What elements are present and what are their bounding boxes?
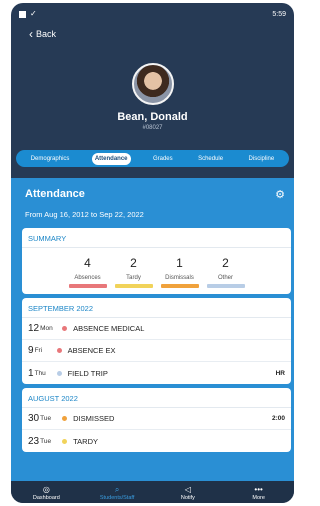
chevron-left-icon: ‹ bbox=[29, 27, 33, 41]
tab-demographics[interactable]: Demographics bbox=[28, 153, 73, 165]
summary-title: SUMMARY bbox=[22, 228, 291, 248]
attendance-row[interactable]: 30 Tue DISMISSED 2:00 bbox=[22, 408, 291, 430]
nav-label: Notify bbox=[180, 495, 195, 501]
day-number: 9 bbox=[28, 345, 34, 356]
megaphone-icon: ◁ bbox=[184, 485, 191, 494]
weekday: Tue bbox=[40, 415, 52, 422]
avatar bbox=[131, 63, 174, 105]
status-dot bbox=[56, 370, 62, 376]
tab-grades[interactable]: Grades bbox=[150, 153, 176, 165]
status-dot bbox=[62, 438, 68, 444]
attendance-code: DISMISSED bbox=[73, 414, 115, 423]
month-card-august: AUGUST 2022 30 Tue DISMISSED 2:00 23 Tue… bbox=[22, 388, 291, 452]
summary-value: 2 bbox=[222, 256, 229, 270]
summary-absences[interactable]: 4 Absences bbox=[68, 256, 107, 288]
nav-students-staff[interactable]: ⌕ Students/Staff bbox=[87, 485, 147, 501]
summary-other[interactable]: 2 Other bbox=[206, 256, 245, 288]
period-value: HR bbox=[275, 369, 285, 377]
month-title: SEPTEMBER 2022 bbox=[22, 298, 291, 318]
attendance-row[interactable]: 9 Fri ABSENCE EX bbox=[22, 340, 291, 362]
month-card-september: SEPTEMBER 2022 12 Mon ABSENCE MEDICAL 9 … bbox=[22, 298, 291, 384]
status-dot bbox=[62, 416, 68, 421]
date-range: From Aug 16, 2012 to Sep 22, 2022 bbox=[25, 210, 144, 219]
summary-label: Other bbox=[217, 275, 233, 281]
period-value: 2:00 bbox=[271, 415, 285, 422]
weekday: Thu bbox=[34, 369, 46, 377]
tab-bar: Demographics Attendance Grades Schedule … bbox=[16, 150, 289, 167]
attendance-title: Attendance bbox=[25, 188, 85, 200]
weekday: Tue bbox=[40, 437, 52, 445]
nav-dashboard[interactable]: ◎ Dashboard bbox=[16, 485, 76, 501]
attendance-code: ABSENCE MEDICAL bbox=[73, 324, 145, 333]
back-button[interactable]: ‹ Back bbox=[11, 25, 294, 43]
tardy-bar bbox=[114, 284, 153, 288]
summary-value: 1 bbox=[176, 256, 183, 270]
notification-icon bbox=[19, 10, 26, 18]
search-icon: ⌕ bbox=[114, 485, 120, 494]
summary-tardy[interactable]: 2 Tardy bbox=[114, 256, 153, 288]
gear-icon[interactable]: ⚙ bbox=[275, 188, 285, 201]
attendance-code: FIELD TRIP bbox=[67, 368, 108, 378]
bottom-nav: ◎ Dashboard ⌕ Students/Staff ◁ Notify ••… bbox=[11, 481, 294, 503]
attendance-row[interactable]: 12 Mon ABSENCE MEDICAL bbox=[22, 318, 291, 340]
tab-discipline[interactable]: Discipline bbox=[246, 153, 278, 165]
attendance-code: TARDY bbox=[73, 436, 98, 446]
nav-label: Dashboard bbox=[32, 495, 60, 501]
tab-schedule[interactable]: Schedule bbox=[195, 153, 226, 165]
status-dot bbox=[62, 326, 68, 331]
summary-card: SUMMARY 4 Absences 2 Tardy 1 Dismissals bbox=[22, 228, 291, 294]
summary-value: 4 bbox=[84, 256, 91, 270]
day-number: 12 bbox=[28, 323, 40, 334]
summary-value: 2 bbox=[130, 256, 137, 270]
nav-label: More bbox=[252, 495, 265, 501]
attendance-header: Attendance ⚙ bbox=[11, 178, 294, 210]
summary-dismissals[interactable]: 1 Dismissals bbox=[160, 256, 199, 288]
day-number: 23 bbox=[28, 435, 40, 447]
weekday: Mon bbox=[40, 325, 53, 332]
attendance-row[interactable]: 23 Tue TARDY bbox=[22, 430, 291, 452]
nav-more[interactable]: ••• More bbox=[229, 485, 289, 501]
phone-screen: ✓ 5:59 ‹ Back Bean, Donald #08027 Demogr… bbox=[11, 3, 294, 503]
attendance-code: ABSENCE EX bbox=[67, 346, 116, 355]
attendance-row[interactable]: 1 Thu FIELD TRIP HR bbox=[22, 362, 291, 384]
status-time: 5:59 bbox=[272, 10, 286, 18]
day-number: 1 bbox=[28, 367, 34, 379]
weekday: Fri bbox=[34, 347, 43, 354]
tab-attendance[interactable]: Attendance bbox=[91, 152, 131, 165]
back-label: Back bbox=[36, 29, 57, 39]
student-id: #08027 bbox=[142, 125, 163, 131]
nav-notify[interactable]: ◁ Notify bbox=[158, 485, 218, 501]
day-number: 30 bbox=[28, 413, 40, 424]
dashboard-icon: ◎ bbox=[42, 485, 50, 494]
other-bar bbox=[206, 284, 245, 288]
more-icon: ••• bbox=[254, 485, 263, 494]
status-bar: ✓ 5:59 bbox=[11, 3, 294, 25]
summary-label: Tardy bbox=[126, 275, 141, 281]
dismissals-bar bbox=[160, 284, 199, 288]
download-icon: ✓ bbox=[30, 9, 37, 18]
status-dot bbox=[56, 348, 62, 353]
absences-bar bbox=[68, 284, 107, 288]
student-profile: Bean, Donald #08027 bbox=[11, 63, 294, 131]
nav-label: Students/Staff bbox=[99, 495, 135, 501]
month-title: AUGUST 2022 bbox=[22, 388, 291, 408]
summary-label: Absences bbox=[74, 275, 101, 281]
summary-label: Dismissals bbox=[165, 275, 194, 281]
attendance-panel: Attendance ⚙ From Aug 16, 2012 to Sep 22… bbox=[11, 178, 294, 483]
student-name: Bean, Donald bbox=[117, 111, 188, 123]
